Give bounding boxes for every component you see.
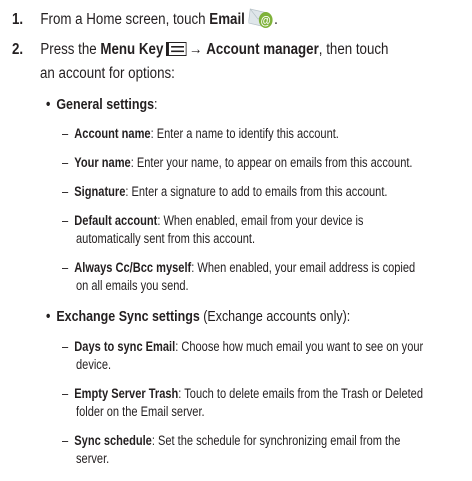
- list-item: – Default account: When enabled, email fr…: [62, 212, 363, 229]
- dash-glyph: –: [62, 213, 69, 228]
- item-desc-continuation: device.: [76, 357, 112, 372]
- dash-glyph: –: [62, 386, 69, 401]
- step-text-end: , then touch: [318, 41, 389, 58]
- section-title: Exchange Sync settings: [56, 309, 200, 325]
- step-1: 1. From a Home screen, touch Email @.: [12, 5, 278, 35]
- item-desc: : Enter a signature to add to emails fro…: [125, 184, 388, 199]
- item-term: Sync schedule: [74, 433, 152, 448]
- item-term: Signature: [74, 184, 126, 199]
- section-title: General settings: [56, 97, 155, 113]
- list-item: – Signature: Enter a signature to add to …: [62, 183, 387, 200]
- dash-glyph: –: [62, 184, 69, 199]
- item-term: Days to sync Email: [74, 339, 176, 354]
- dash-glyph: –: [62, 339, 69, 354]
- item-desc: : Enter a name to identify this account.: [150, 126, 339, 141]
- item-desc: : Set the schedule for synchronizing ema…: [151, 433, 401, 448]
- step-number: 1.: [12, 11, 24, 28]
- step-bold: Menu Key: [100, 41, 164, 58]
- list-item: – Your name: Enter your name, to appear o…: [62, 154, 412, 171]
- item-term: Default account: [74, 213, 158, 228]
- step-text-end: .: [274, 11, 278, 28]
- section-title-suffix: (Exchange accounts only):: [199, 309, 351, 325]
- item-desc: : When enabled, your email address is co…: [191, 260, 416, 275]
- step-2-continuation: an account for options:: [40, 65, 175, 82]
- section-title-suffix: :: [154, 97, 158, 113]
- svg-text:@: @: [260, 15, 270, 28]
- item-desc-continuation: on all emails you send.: [76, 278, 189, 293]
- item-term: Always Cc/Bcc myself: [74, 260, 192, 275]
- item-desc: : Choose how much email you want to see …: [175, 339, 424, 354]
- item-desc: : When enabled, email from your device i…: [157, 213, 364, 228]
- step-bold: Email: [209, 11, 245, 28]
- dash-glyph: –: [62, 260, 69, 275]
- step-number: 2.: [12, 41, 24, 58]
- item-desc-continuation: automatically sent from this account.: [76, 231, 256, 246]
- section-heading-general: • General settings:: [46, 96, 158, 114]
- item-desc-continuation: server.: [76, 451, 110, 466]
- email-app-icon: @: [247, 5, 274, 35]
- item-desc-continuation: folder on the Email server.: [76, 404, 205, 419]
- list-item: – Always Cc/Bcc myself: When enabled, you…: [62, 259, 415, 276]
- dash-glyph: –: [62, 433, 69, 448]
- step-text: From a Home screen, touch: [40, 11, 210, 28]
- item-term: Account name: [74, 126, 151, 141]
- dash-glyph: –: [62, 155, 69, 170]
- step-text: Press the: [40, 41, 101, 58]
- section-heading-exchange: • Exchange Sync settings (Exchange accoun…: [46, 308, 350, 326]
- list-item: – Account name: Enter a name to identify …: [62, 125, 339, 142]
- step-bold: Account manager: [206, 41, 319, 58]
- list-item: – Empty Server Trash: Touch to delete ema…: [62, 385, 423, 402]
- arrow-glyph: →: [189, 41, 203, 58]
- item-desc: : Enter your name, to appear on emails f…: [130, 155, 413, 170]
- list-item: – Days to sync Email: Choose how much ema…: [62, 338, 423, 355]
- bullet-glyph: •: [46, 309, 51, 325]
- item-desc: : Touch to delete emails from the Trash …: [178, 386, 423, 401]
- item-term: Empty Server Trash: [74, 386, 179, 401]
- step-2: 2. Press the Menu Key → Account manager, t…: [12, 40, 388, 62]
- bullet-glyph: •: [46, 97, 51, 113]
- dash-glyph: –: [62, 126, 69, 141]
- item-term: Your name: [74, 155, 131, 170]
- list-item: – Sync schedule: Set the schedule for syn…: [62, 432, 400, 449]
- menu-key-icon: [165, 42, 187, 62]
